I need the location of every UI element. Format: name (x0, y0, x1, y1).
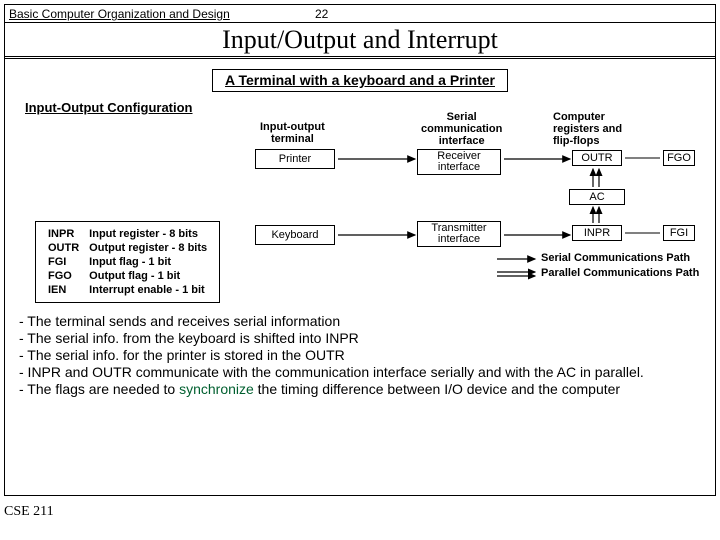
legend-parallel: Parallel Communications Path (541, 267, 699, 279)
subtitle: A Terminal with a keyboard and a Printer (212, 69, 508, 92)
slide-title: Input/Output and Interrupt (5, 23, 715, 57)
notes-block: - The terminal sends and receives serial… (19, 313, 699, 398)
title-rule (5, 57, 715, 59)
io-diagram: Input-output terminal Serial communicati… (5, 117, 715, 307)
footer-course: CSE 211 (4, 504, 54, 520)
note-3: - The serial info. for the printer is st… (19, 347, 699, 364)
legend-serial: Serial Communications Path (541, 252, 690, 264)
note-5: - The flags are needed to synchronize th… (19, 381, 699, 398)
chapter-label: Basic Computer Organization and Design (9, 7, 230, 21)
note-2: - The serial info. from the keyboard is … (19, 330, 699, 347)
register-table: INPRInput register - 8 bits OUTROutput r… (35, 221, 220, 303)
note-4: - INPR and OUTR communicate with the com… (19, 364, 699, 381)
note-1: - The terminal sends and receives serial… (19, 313, 699, 330)
slide-frame: Basic Computer Organization and Design 2… (4, 4, 716, 496)
page-number: 22 (315, 7, 328, 21)
top-bar: Basic Computer Organization and Design 2… (5, 5, 715, 23)
synchronize-text: synchronize (179, 381, 254, 397)
